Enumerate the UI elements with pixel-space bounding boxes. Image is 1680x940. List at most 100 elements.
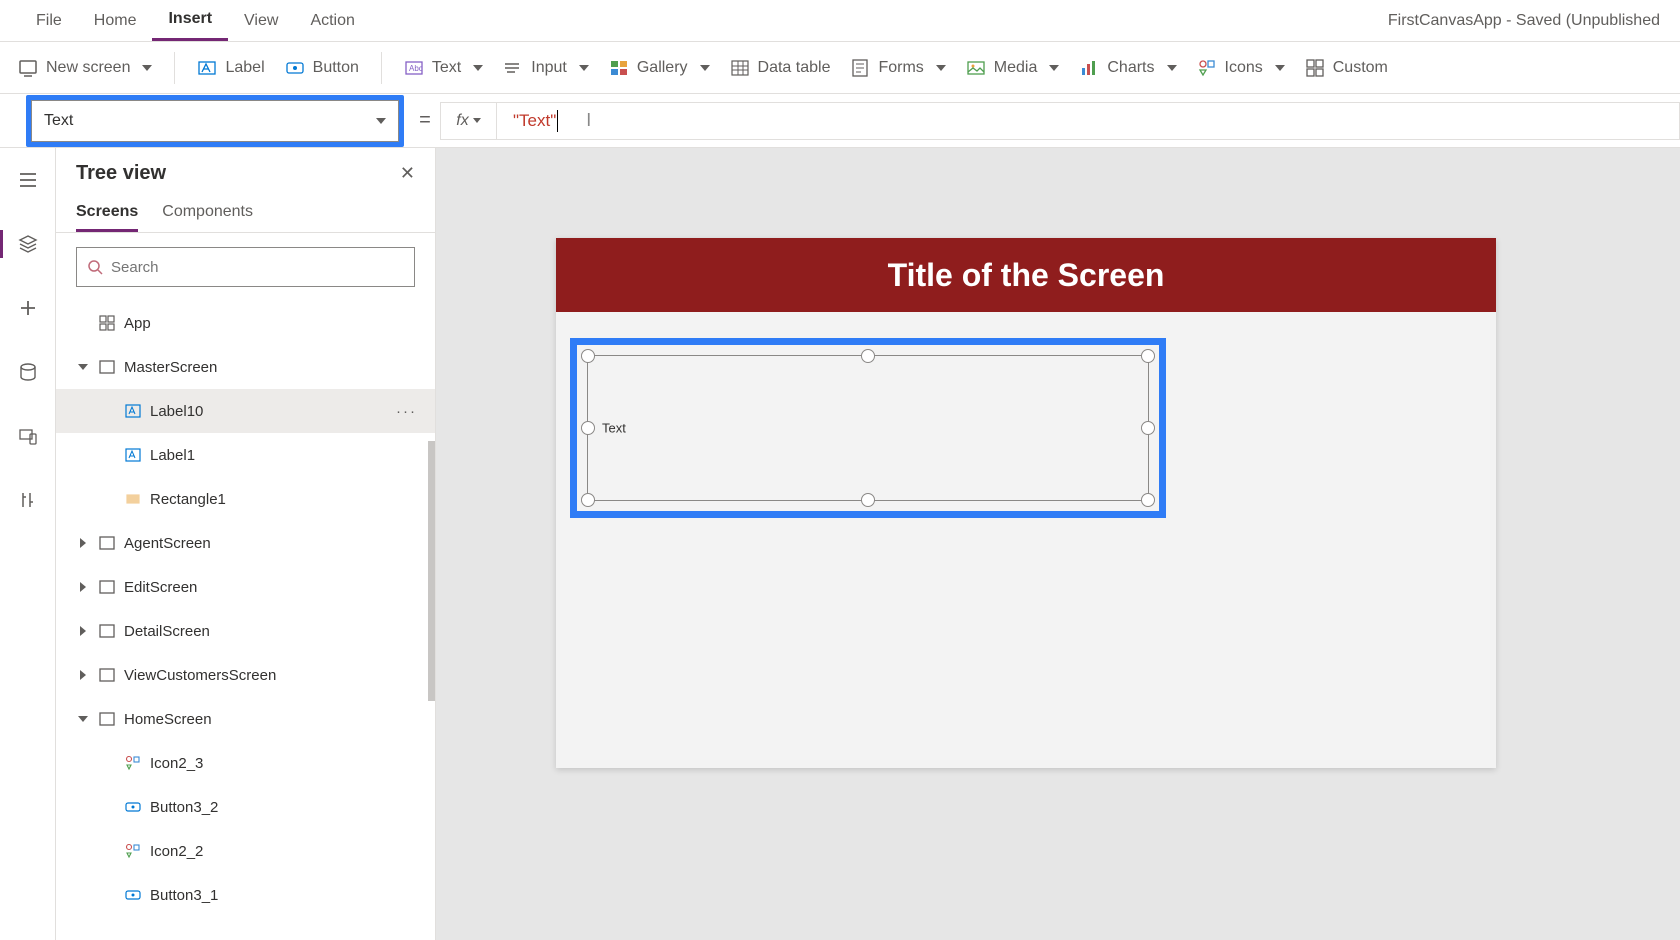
design-canvas[interactable]: Title of the Screen Text [436, 148, 1680, 940]
text-menu[interactable]: Abc Text [404, 58, 483, 78]
resize-handle[interactable] [581, 349, 595, 363]
chevron-right-icon[interactable] [76, 582, 90, 592]
chevron-down-icon[interactable] [76, 716, 90, 722]
tree-item-button3_1[interactable]: Button3_1 [56, 873, 435, 917]
tree-item-detailscreen[interactable]: DetailScreen [56, 609, 435, 653]
tree-item-label10[interactable]: Label10 ··· [56, 389, 435, 433]
tab-screens[interactable]: Screens [76, 195, 138, 232]
label-icon [197, 58, 217, 78]
media-menu[interactable]: Media [966, 58, 1060, 78]
left-rail [0, 148, 56, 940]
new-screen-button[interactable]: New screen [18, 58, 152, 78]
label-icon [124, 402, 142, 420]
chevron-down-icon[interactable] [76, 364, 90, 370]
fx-button[interactable]: fx [440, 102, 496, 140]
devices-icon [18, 426, 38, 446]
tree-item-button3_2[interactable]: Button3_2 [56, 785, 435, 829]
property-selector[interactable]: Text [31, 100, 399, 142]
tree-item-label: App [124, 315, 151, 332]
tree-item-masterscreen[interactable]: MasterScreen [56, 345, 435, 389]
gallery-menu[interactable]: Gallery [609, 58, 710, 78]
resize-handle[interactable] [1141, 493, 1155, 507]
input-icon [503, 58, 523, 78]
tab-components[interactable]: Components [162, 195, 253, 232]
tree-item-rectangle1[interactable]: Rectangle1 [56, 477, 435, 521]
menubar: File Home Insert View Action FirstCanvas… [0, 0, 1680, 42]
menu-action[interactable]: Action [294, 0, 370, 41]
resize-handle[interactable] [581, 421, 595, 435]
media-label: Media [994, 59, 1038, 77]
custom-menu[interactable]: Custom [1305, 58, 1388, 78]
main-area: Tree view ✕ Screens Components App Master… [0, 148, 1680, 940]
app-title: FirstCanvasApp - Saved (Unpublished [1388, 12, 1660, 30]
scrollbar-thumb[interactable] [428, 441, 435, 701]
insert-button[interactable] [8, 288, 48, 328]
chevron-right-icon[interactable] [76, 538, 90, 548]
selected-label-control[interactable]: Text [587, 355, 1149, 501]
menu-insert[interactable]: Insert [152, 0, 228, 41]
tree-item-label: Icon2_2 [150, 843, 203, 860]
chevron-right-icon[interactable] [76, 626, 90, 636]
tools-icon [18, 490, 38, 510]
more-button[interactable]: ··· [396, 403, 417, 420]
resize-handle[interactable] [861, 493, 875, 507]
charts-label: Charts [1107, 59, 1154, 77]
ribbon: New screen Label Button Abc Text Input G… [0, 42, 1680, 94]
charts-icon [1079, 58, 1099, 78]
screen-icon [98, 710, 116, 728]
tree-view-button[interactable] [8, 224, 48, 264]
tree-view-title: Tree view [76, 162, 166, 185]
resize-handle[interactable] [1141, 349, 1155, 363]
tree-item-label1[interactable]: Label1 [56, 433, 435, 477]
resize-handle[interactable] [1141, 421, 1155, 435]
buttonctl-icon [124, 886, 142, 904]
tree-search[interactable] [76, 247, 415, 287]
formula-input[interactable]: "Text" I [496, 102, 1680, 140]
forms-icon [850, 58, 870, 78]
tree-item-label: AgentScreen [124, 535, 211, 552]
menu-home[interactable]: Home [78, 0, 153, 41]
buttonctl-icon [124, 798, 142, 816]
advanced-button[interactable] [8, 480, 48, 520]
tree-item-icon2_3[interactable]: Icon2_3 [56, 741, 435, 785]
chevron-right-icon[interactable] [76, 670, 90, 680]
menu-view[interactable]: View [228, 0, 294, 41]
selection-highlight: Text [570, 338, 1166, 518]
tree-item-label: HomeScreen [124, 711, 212, 728]
menu-file[interactable]: File [20, 0, 78, 41]
icons-menu[interactable]: Icons [1197, 58, 1285, 78]
label-text: Text [602, 421, 626, 436]
data-table-button[interactable]: Data table [730, 58, 831, 78]
tree-list[interactable]: App MasterScreen Label10 ··· Label1Rectangle… [56, 301, 435, 940]
tree-view-panel: Tree view ✕ Screens Components App Master… [56, 148, 436, 940]
input-menu[interactable]: Input [503, 58, 589, 78]
screen-icon [98, 578, 116, 596]
tree-item-editscreen[interactable]: EditScreen [56, 565, 435, 609]
tree-item-label: Label10 [150, 403, 203, 420]
tree-item-viewcustomersscreen[interactable]: ViewCustomersScreen [56, 653, 435, 697]
forms-menu[interactable]: Forms [850, 58, 945, 78]
tree-item-homescreen[interactable]: HomeScreen [56, 697, 435, 741]
charts-menu[interactable]: Charts [1079, 58, 1176, 78]
media-icon [966, 58, 986, 78]
formula-bar: Text = fx "Text" I [0, 94, 1680, 148]
label-button[interactable]: Label [197, 58, 264, 78]
search-icon [87, 259, 103, 275]
close-panel-button[interactable]: ✕ [400, 163, 415, 184]
tree-item-agentscreen[interactable]: AgentScreen [56, 521, 435, 565]
resize-handle[interactable] [581, 493, 595, 507]
resize-handle[interactable] [861, 349, 875, 363]
data-button[interactable] [8, 352, 48, 392]
iconctl-icon [124, 754, 142, 772]
hamburger-button[interactable] [8, 160, 48, 200]
database-icon [18, 362, 38, 382]
tree-item-app[interactable]: App [56, 301, 435, 345]
media-button[interactable] [8, 416, 48, 456]
fx-label: fx [456, 112, 468, 130]
icons-icon [1197, 58, 1217, 78]
button-button[interactable]: Button [285, 58, 359, 78]
chevron-down-icon [473, 118, 481, 123]
gallery-icon [609, 58, 629, 78]
search-input[interactable] [111, 259, 404, 276]
tree-item-icon2_2[interactable]: Icon2_2 [56, 829, 435, 873]
